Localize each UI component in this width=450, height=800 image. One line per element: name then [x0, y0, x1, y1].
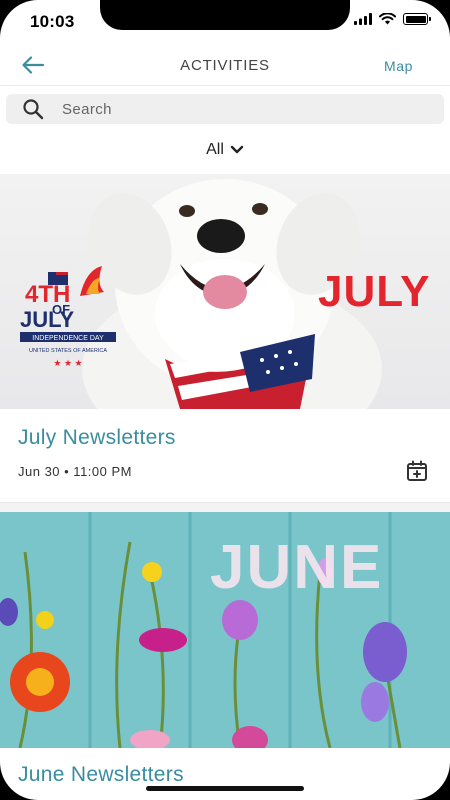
- device-notch: [100, 0, 350, 30]
- fourth-of-july-logo: 4TH OF JULY INDEPENDENCE DAY UNITED STAT…: [20, 266, 116, 368]
- filter-label: All: [206, 141, 224, 158]
- signal-icon: [354, 13, 372, 25]
- app-screen: 10:03 ACTIVITIES Map Search All 4TH OF J…: [0, 0, 450, 800]
- badge-usa: UNITED STATES OF AMERICA: [29, 348, 107, 354]
- calendar-add-icon[interactable]: [406, 460, 428, 482]
- activity-image-july[interactable]: 4TH OF JULY INDEPENDENCE DAY UNITED STAT…: [0, 174, 450, 409]
- search-icon: [23, 99, 44, 120]
- activity-title[interactable]: June Newsletters: [18, 763, 184, 787]
- status-time: 10:03: [30, 12, 75, 31]
- activity-title[interactable]: July Newsletters: [18, 426, 176, 450]
- map-button[interactable]: Map: [384, 58, 413, 74]
- july-image-text: JULY: [318, 267, 430, 316]
- nav-bar: ACTIVITIES Map: [0, 44, 450, 86]
- june-flowers-illustration: JUNE: [0, 512, 450, 748]
- page-title: ACTIVITIES: [180, 57, 270, 74]
- home-indicator: [146, 786, 304, 791]
- search-input[interactable]: [62, 100, 402, 118]
- june-image-text: JUNE: [210, 533, 383, 602]
- status-bar: 10:03: [0, 0, 450, 44]
- status-icons: [354, 13, 431, 25]
- chevron-down-icon: [230, 145, 244, 154]
- svg-text:★ ★ ★: ★ ★ ★: [53, 358, 82, 368]
- july-dog-illustration: 4TH OF JULY INDEPENDENCE DAY UNITED STAT…: [20, 179, 430, 409]
- activity-image-june[interactable]: JUNE: [0, 512, 450, 748]
- badge-july: JULY: [20, 307, 75, 332]
- activity-date: Jun 30 • 11:00 PM: [18, 464, 132, 479]
- card-divider: [0, 502, 450, 512]
- search-bar[interactable]: [6, 94, 444, 124]
- badge-independence-day: INDEPENDENCE DAY: [32, 335, 104, 342]
- battery-icon: [403, 13, 431, 25]
- category-filter-dropdown[interactable]: All: [0, 141, 450, 159]
- wifi-icon: [379, 13, 396, 25]
